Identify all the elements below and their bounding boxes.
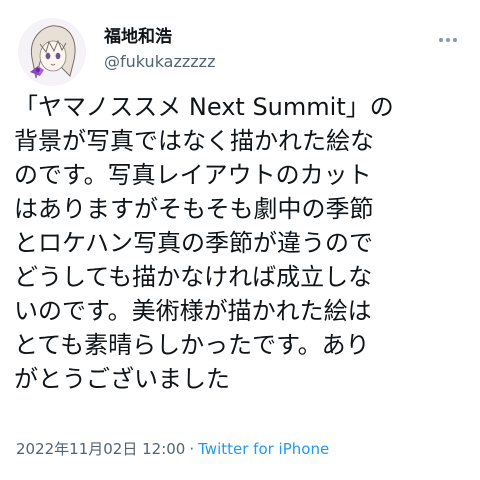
meta-separator: · bbox=[189, 440, 195, 458]
tweet-text-line: 「ヤマノススメ Next Summit」の bbox=[14, 93, 394, 121]
tweet-client-link[interactable]: Twitter for iPhone bbox=[198, 440, 329, 458]
more-options-icon bbox=[439, 38, 443, 42]
display-name[interactable]: 福地和浩 bbox=[104, 26, 215, 48]
tweet-meta: 2022年11月02日 12:00 · Twitter for iPhone bbox=[16, 439, 329, 459]
more-options-button[interactable] bbox=[438, 32, 458, 48]
tweet-text-line: のです。写真レイアウトのカット bbox=[14, 161, 372, 189]
tweet-text-line: 背景が写真ではなく描かれた絵な bbox=[14, 127, 374, 155]
tweet-text-line: がとうございました bbox=[14, 365, 230, 393]
author-info: 福地和浩 @fukukazzzzz bbox=[104, 26, 215, 72]
tweet-timestamp[interactable]: 2022年11月02日 12:00 bbox=[16, 440, 185, 458]
tweet-text-line: とロケハン写真の季節が違うので bbox=[14, 229, 374, 257]
tweet-text-line: いのです。美術様が描かれた絵は bbox=[14, 297, 372, 325]
more-options-icon-dot bbox=[446, 38, 450, 42]
tweet-card: 福地和浩 @fukukazzzzz 「ヤマノススメ Next Summit」の … bbox=[0, 0, 480, 480]
user-handle[interactable]: @fukukazzzzz bbox=[104, 52, 215, 72]
tweet-text-line: はありますがそもそも劇中の季節 bbox=[14, 195, 374, 223]
anime-avatar-icon bbox=[18, 18, 86, 86]
tweet-text-line: どうしても描かなければ成立しな bbox=[14, 263, 373, 291]
avatar[interactable] bbox=[18, 18, 86, 86]
tweet-text-line: とても素晴らしかったです。あり bbox=[14, 331, 370, 359]
more-options-icon-dot bbox=[453, 38, 457, 42]
tweet-text: 「ヤマノススメ Next Summit」の 背景が写真ではなく描かれた絵な ので… bbox=[14, 90, 470, 396]
